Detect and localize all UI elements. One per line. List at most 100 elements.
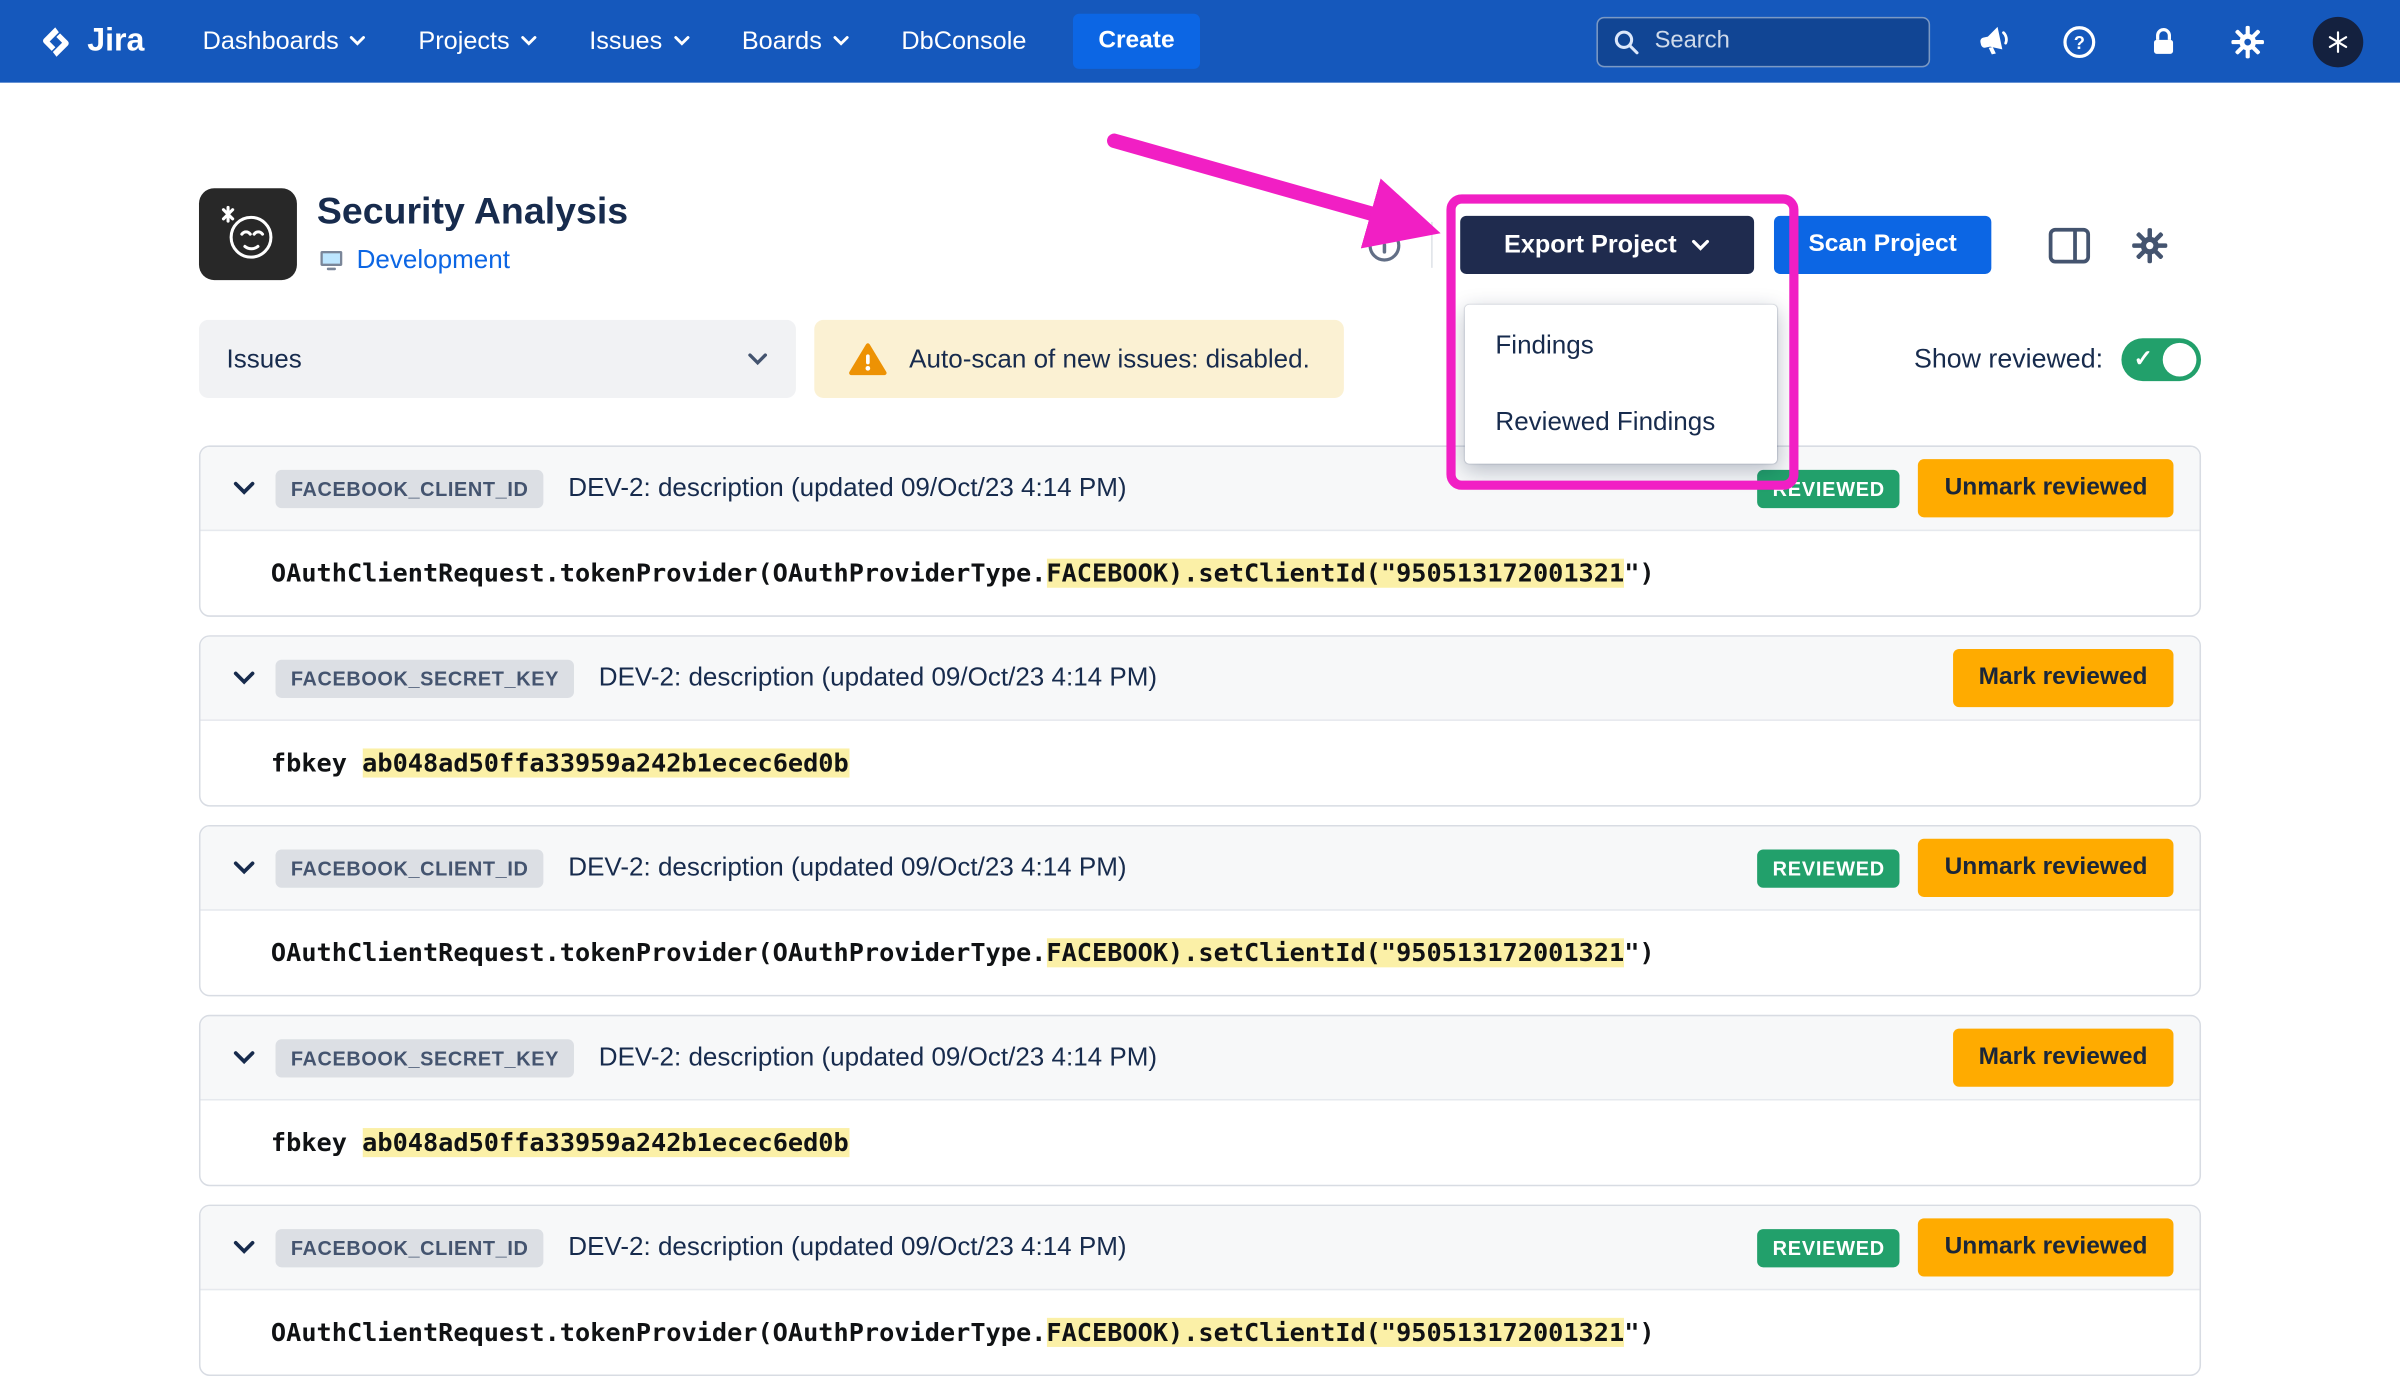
search-icon bbox=[1613, 28, 1639, 54]
code-text: OAuthClientRequest.tokenProvider(OAuthPr… bbox=[271, 1318, 1046, 1347]
finding-title: DEV-2: description (updated 09/Oct/23 4:… bbox=[568, 1232, 1126, 1263]
code-text: ") bbox=[1624, 559, 1654, 588]
nav-item-projects[interactable]: Projects bbox=[418, 27, 537, 56]
info-icon[interactable] bbox=[1365, 226, 1403, 264]
collapse-chevron-icon[interactable] bbox=[227, 1231, 261, 1265]
finding-header: FACEBOOK_SECRET_KEY DEV-2: description (… bbox=[201, 1016, 2200, 1100]
code-text: ") bbox=[1624, 938, 1654, 967]
reviewed-badge: REVIEWED bbox=[1757, 849, 1900, 887]
divider bbox=[1430, 222, 1432, 268]
chevron-down-icon bbox=[1692, 238, 1710, 252]
unmark-reviewed-button[interactable]: Unmark reviewed bbox=[1919, 459, 2174, 517]
show-reviewed-label: Show reviewed: bbox=[1914, 343, 2103, 375]
nav-item-boards[interactable]: Boards bbox=[742, 27, 850, 56]
menu-item-reviewed-findings[interactable]: Reviewed Findings bbox=[1465, 384, 1777, 461]
help-icon[interactable]: ? bbox=[2060, 22, 2098, 60]
finding-code: OAuthClientRequest.tokenProvider(OAuthPr… bbox=[201, 1290, 2200, 1374]
finding-header: FACEBOOK_CLIENT_ID DEV-2: description (u… bbox=[201, 447, 2200, 531]
finding-card: FACEBOOK_CLIENT_ID DEV-2: description (u… bbox=[199, 445, 2201, 616]
nav-utility-icons: ? bbox=[1976, 16, 2363, 67]
main-content: Security Analysis Development bbox=[0, 188, 2400, 1376]
show-reviewed-toggle[interactable]: ✓ bbox=[2121, 337, 2201, 380]
lock-icon[interactable] bbox=[2144, 22, 2182, 60]
sidebar-layout-icon[interactable] bbox=[2046, 224, 2092, 265]
app-root: Jira Dashboards Projects Issues Boards D… bbox=[0, 0, 2400, 1400]
announcement-icon[interactable] bbox=[1976, 22, 2014, 60]
finding-card: FACEBOOK_CLIENT_ID DEV-2: description (u… bbox=[199, 1205, 2201, 1376]
code-match-highlight: FACEBOOK).setClientId("950513172001321 bbox=[1046, 938, 1624, 967]
finding-type-badge: FACEBOOK_SECRET_KEY bbox=[276, 659, 575, 697]
unmark-reviewed-button[interactable]: Unmark reviewed bbox=[1919, 1218, 2174, 1276]
gear-icon[interactable] bbox=[2129, 224, 2170, 265]
code-text: fbkey bbox=[271, 748, 362, 777]
finding-actions: REVIEWED Unmark reviewed bbox=[1757, 839, 2173, 897]
finding-actions: REVIEWED Unmark reviewed bbox=[1757, 459, 2173, 517]
settings-icon[interactable] bbox=[2229, 22, 2267, 60]
finding-type-badge: FACEBOOK_CLIENT_ID bbox=[276, 849, 544, 887]
finding-code: fbkey ab048ad50ffa33959a242b1ecec6ed0b bbox=[201, 721, 2200, 805]
finding-actions: Mark reviewed bbox=[1953, 649, 2174, 707]
unmark-reviewed-button[interactable]: Unmark reviewed bbox=[1919, 839, 2174, 897]
finding-card: FACEBOOK_SECRET_KEY DEV-2: description (… bbox=[199, 1015, 2201, 1186]
finding-actions: REVIEWED Unmark reviewed bbox=[1757, 1218, 2173, 1276]
export-button-label: Export Project bbox=[1504, 230, 1677, 259]
finding-code: fbkey ab048ad50ffa33959a242b1ecec6ed0b bbox=[201, 1101, 2200, 1185]
primary-nav: Dashboards Projects Issues Boards DbCons… bbox=[203, 27, 1027, 56]
chevron-down-icon bbox=[520, 35, 537, 47]
mark-reviewed-button[interactable]: Mark reviewed bbox=[1953, 649, 2174, 707]
code-text: OAuthClientRequest.tokenProvider(OAuthPr… bbox=[271, 559, 1046, 588]
apps-avatar-icon[interactable] bbox=[2313, 16, 2364, 67]
nav-item-label: Projects bbox=[418, 27, 509, 56]
finding-card: FACEBOOK_CLIENT_ID DEV-2: description (u… bbox=[199, 825, 2201, 996]
scan-project-button[interactable]: Scan Project bbox=[1774, 216, 1991, 274]
issues-dropdown[interactable]: Issues bbox=[199, 320, 796, 398]
jira-brand[interactable]: Jira bbox=[37, 22, 145, 60]
export-project-button[interactable]: Export Project bbox=[1460, 216, 1754, 274]
mark-reviewed-button[interactable]: Mark reviewed bbox=[1953, 1029, 2174, 1087]
finding-header: FACEBOOK_CLIENT_ID DEV-2: description (u… bbox=[201, 827, 2200, 911]
collapse-chevron-icon[interactable] bbox=[227, 471, 261, 505]
code-text: OAuthClientRequest.tokenProvider(OAuthPr… bbox=[271, 938, 1046, 967]
finding-type-badge: FACEBOOK_SECRET_KEY bbox=[276, 1039, 575, 1077]
finding-title: DEV-2: description (updated 09/Oct/23 4:… bbox=[599, 1042, 1157, 1073]
page-title: Security Analysis bbox=[317, 191, 628, 234]
project-link[interactable]: Development bbox=[357, 245, 510, 276]
collapse-chevron-icon[interactable] bbox=[227, 851, 261, 885]
menu-item-findings[interactable]: Findings bbox=[1465, 308, 1777, 385]
screen: Jira Dashboards Projects Issues Boards D… bbox=[0, 0, 2400, 1400]
finding-card: FACEBOOK_SECRET_KEY DEV-2: description (… bbox=[199, 635, 2201, 806]
finding-header: FACEBOOK_SECRET_KEY DEV-2: description (… bbox=[201, 637, 2200, 721]
finding-title: DEV-2: description (updated 09/Oct/23 4:… bbox=[568, 853, 1126, 884]
warning-text: Auto-scan of new issues: disabled. bbox=[909, 344, 1310, 375]
title-block: Security Analysis Development bbox=[317, 188, 628, 275]
create-button[interactable]: Create bbox=[1072, 14, 1200, 69]
finding-type-badge: FACEBOOK_CLIENT_ID bbox=[276, 1228, 544, 1266]
nav-item-dashboards[interactable]: Dashboards bbox=[203, 27, 367, 56]
export-dropdown-menu: Findings Reviewed Findings bbox=[1465, 305, 1777, 464]
nav-item-label: Issues bbox=[589, 27, 662, 56]
code-text: ") bbox=[1624, 1318, 1654, 1347]
findings-list: FACEBOOK_CLIENT_ID DEV-2: description (u… bbox=[199, 445, 2201, 1376]
collapse-chevron-icon[interactable] bbox=[227, 661, 261, 695]
nav-item-label: Dashboards bbox=[203, 27, 339, 56]
chevron-down-icon bbox=[747, 351, 768, 366]
top-nav-bar: Jira Dashboards Projects Issues Boards D… bbox=[0, 0, 2400, 83]
project-avatar bbox=[199, 188, 297, 280]
check-icon: ✓ bbox=[2134, 344, 2153, 372]
code-match-highlight: FACEBOOK).setClientId("950513172001321 bbox=[1046, 1318, 1624, 1347]
nav-item-dbconsole[interactable]: DbConsole bbox=[901, 27, 1026, 56]
global-search[interactable] bbox=[1596, 16, 1930, 67]
chevron-down-icon bbox=[833, 35, 850, 47]
nav-item-issues[interactable]: Issues bbox=[589, 27, 690, 56]
chevron-down-icon bbox=[350, 35, 367, 47]
show-reviewed-control: Show reviewed: ✓ bbox=[1914, 337, 2201, 380]
finding-title: DEV-2: description (updated 09/Oct/23 4:… bbox=[599, 663, 1157, 694]
nav-item-label: DbConsole bbox=[901, 27, 1026, 56]
search-input[interactable] bbox=[1652, 26, 1914, 57]
finding-actions: Mark reviewed bbox=[1953, 1029, 2174, 1087]
monitor-icon bbox=[317, 246, 346, 274]
finding-type-badge: FACEBOOK_CLIENT_ID bbox=[276, 469, 544, 507]
code-match-highlight: ab048ad50ffa33959a242b1ecec6ed0b bbox=[362, 1128, 849, 1157]
issues-dropdown-value: Issues bbox=[227, 344, 302, 375]
collapse-chevron-icon[interactable] bbox=[227, 1041, 261, 1075]
